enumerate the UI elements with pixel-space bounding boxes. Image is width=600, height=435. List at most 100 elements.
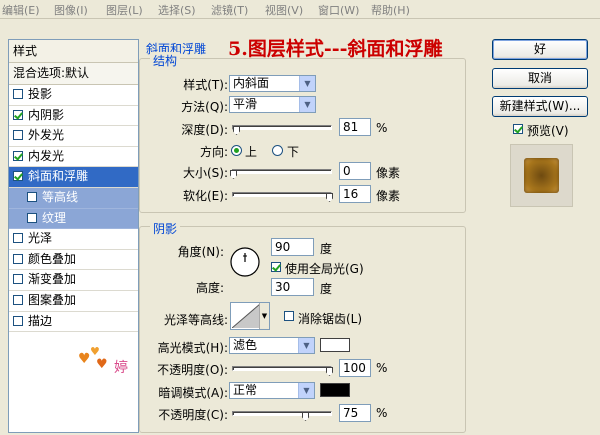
depth-label: 深度(D): [181,123,228,137]
gloss-contour-picker[interactable]: ▼ [230,302,270,330]
highlight-mode-value: 滤色 [233,338,258,352]
style-item[interactable]: 斜面和浮雕 [9,167,138,188]
style-item-checkbox[interactable] [13,109,23,120]
style-item-checkbox[interactable] [13,89,23,99]
shading-title: 阴影 [150,220,181,237]
angle-dial[interactable] [228,245,262,279]
style-item[interactable]: 描边 [9,312,138,333]
highlight-color-swatch[interactable] [320,338,350,352]
style-item[interactable]: 内发光 [9,147,138,168]
style-item-checkbox[interactable] [13,253,23,264]
bevel-style-value: 内斜面 [233,76,270,90]
global-light-checkbox[interactable] [271,262,281,272]
menu-view[interactable]: 视图(V) [265,2,303,18]
shadow-opacity-label: 不透明度(C): [158,408,228,422]
style-item-checkbox[interactable] [13,233,23,244]
menu-help[interactable]: 帮助(H) [371,2,410,18]
style-item-checkbox[interactable] [13,315,23,326]
menu-filter[interactable]: 滤镜(T) [211,2,248,18]
shadow-color-swatch[interactable] [320,383,350,397]
ok-button[interactable]: 好 [492,39,588,60]
style-item-checkbox[interactable] [27,212,37,223]
shadow-opacity-unit: % [376,406,388,420]
global-light-label: 使用全局光(G) [285,262,364,276]
soften-unit: 像素 [376,189,401,203]
style-item[interactable]: 投影 [9,85,138,106]
style-item-label: 图案叠加 [28,292,77,307]
angle-label: 角度(N): [177,245,224,259]
soften-label: 软化(E): [183,189,228,203]
style-item-checkbox[interactable] [13,274,23,285]
style-item-checkbox[interactable] [13,130,23,141]
soften-slider-track[interactable] [232,192,332,197]
style-item-checkbox[interactable] [13,171,23,182]
style-item-label: 斜面和浮雕 [28,169,89,184]
blending-options-item[interactable]: 混合选项:默认 [9,63,138,85]
preview-label: 预览(V) [527,124,569,138]
technique-label: 方法(Q): [181,100,228,114]
size-slider-track[interactable] [232,169,332,174]
menu-select[interactable]: 选择(S) [158,2,196,18]
style-item-label: 颜色叠加 [28,251,77,266]
shadow-mode-select[interactable]: 正常 ▼ [229,382,315,399]
direction-up-radio[interactable] [231,145,242,156]
highlight-mode-select[interactable]: 滤色 ▼ [229,337,315,354]
chevron-down-icon: ▼ [299,76,315,91]
menu-image[interactable]: 图像(I) [54,2,88,18]
antialias-label: 消除锯齿(L) [298,312,363,326]
shadow-opacity-track[interactable] [232,411,332,416]
style-item[interactable]: 等高线 [9,187,138,209]
style-item[interactable]: 渐变叠加 [9,270,138,291]
preview-checkbox[interactable] [513,124,523,134]
style-item-label: 光泽 [28,231,53,246]
size-label: 大小(S): [182,166,228,180]
technique-select[interactable]: 平滑 ▼ [229,96,316,113]
bevel-style-select[interactable]: 内斜面 ▼ [229,75,316,92]
shadow-mode-label: 暗调模式(A): [158,386,228,400]
highlight-opacity-input[interactable]: 100 [339,359,371,377]
linear-contour-icon [232,304,260,328]
style-item[interactable]: 光泽 [9,229,138,250]
menu-window[interactable]: 窗口(W) [318,2,359,18]
highlight-opacity-unit: % [376,361,388,375]
overlay-title: 5.图层样式---斜面和浮雕 [228,38,443,60]
cancel-button[interactable]: 取消 [492,68,588,89]
highlight-opacity-label: 不透明度(O): [157,363,228,377]
style-item-checkbox[interactable] [13,150,23,161]
new-style-button[interactable]: 新建样式(W)... [492,96,588,117]
direction-label: 方向: [199,145,228,159]
style-items-list: 投影 内阴影外发光 内发光斜面和浮雕等高线 纹理 光泽颜色叠加渐变叠加 图案叠加描边 [9,85,138,333]
menu-layer[interactable]: 图层(L) [106,2,143,18]
style-item-label: 内发光 [28,148,65,163]
style-item-label: 内阴影 [28,107,65,122]
depth-slider-track[interactable] [232,125,332,130]
soften-input[interactable]: 16 [339,185,371,203]
style-item[interactable]: 颜色叠加 [9,250,138,271]
depth-input[interactable]: 81 [339,118,371,136]
size-unit: 像素 [376,166,401,180]
shadow-opacity-input[interactable]: 75 [339,404,371,422]
highlight-opacity-track[interactable] [232,366,332,371]
menu-edit[interactable]: 编辑(E) [2,2,40,18]
watermark-character: 婷 [114,360,128,376]
style-item[interactable]: 内阴影 [9,106,138,127]
style-item-checkbox[interactable] [27,191,37,202]
size-input[interactable]: 0 [339,162,371,180]
antialias-checkbox[interactable] [284,311,294,321]
altitude-unit: 度 [320,282,333,296]
depth-unit: % [376,121,388,135]
style-item[interactable]: 外发光 [9,126,138,147]
style-item-checkbox[interactable] [13,294,23,305]
style-item[interactable]: 图案叠加 [9,291,138,312]
structure-title: 结构 [150,52,181,69]
heart-icon: ♥ [78,351,91,367]
altitude-input[interactable]: 30 [271,278,314,296]
style-item[interactable]: 纹理 [9,208,138,230]
chevron-down-icon: ▼ [299,97,315,112]
chevron-down-icon: ▼ [298,338,314,353]
styles-header[interactable]: 样式 [9,40,138,63]
angle-input[interactable]: 90 [271,238,314,256]
angle-unit: 度 [320,242,333,256]
chevron-down-icon: ▼ [298,383,314,398]
direction-down-radio[interactable] [272,145,283,156]
